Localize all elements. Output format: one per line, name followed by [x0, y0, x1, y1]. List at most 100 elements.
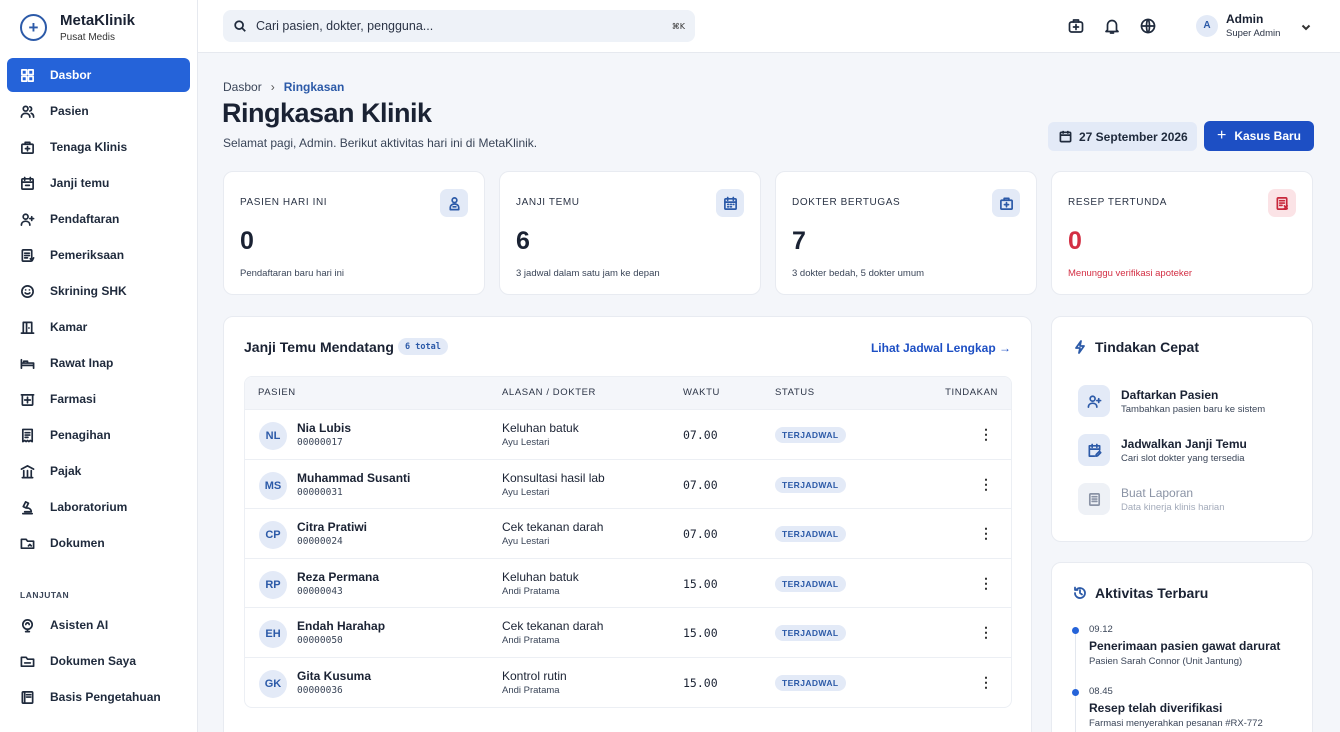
- topbar: ⌘K A Admin Super Admin: [198, 0, 1340, 53]
- sidebar-item-penagihan[interactable]: Penagihan: [7, 418, 190, 452]
- stat-label: RESEP TERTUNDA: [1068, 197, 1167, 208]
- stat-value: 6: [516, 227, 530, 255]
- activity-time: 08.45: [1089, 686, 1113, 697]
- appointment-time: 15.00: [683, 675, 718, 690]
- stat-value: 0: [1068, 227, 1082, 255]
- sidebar-item-dokumen-saya[interactable]: Dokumen Saya: [7, 644, 190, 678]
- sidebar-item-dokumen[interactable]: Dokumen: [7, 526, 190, 560]
- plus-icon: +: [1216, 127, 1227, 144]
- search-box[interactable]: ⌘K: [223, 10, 695, 42]
- search-shortcut: ⌘K: [671, 21, 685, 31]
- search-icon: [234, 20, 246, 32]
- sidebar-item-rawat-inap[interactable]: Rawat Inap: [7, 346, 190, 380]
- first-aid-kit-icon[interactable]: [1067, 17, 1085, 35]
- table-row[interactable]: GK Gita Kusuma 00000036 Kontrol rutin An…: [245, 656, 1011, 707]
- receipt-icon: [21, 428, 34, 442]
- doctor-name: Andi Pratama: [502, 585, 560, 597]
- stat-value: 7: [792, 227, 806, 255]
- sidebar-item-label: Farmasi: [50, 392, 97, 406]
- avatar: NL: [259, 422, 287, 450]
- sidebar-item-pasien[interactable]: Pasien: [7, 94, 190, 128]
- patient-name[interactable]: Gita Kusuma: [297, 669, 371, 683]
- quick-actions-card: Tindakan Cepat Daftarkan Pasien Tambahka…: [1051, 316, 1313, 542]
- calendar-edit-icon: [1078, 434, 1110, 466]
- sidebar-item-farmasi[interactable]: Farmasi: [7, 382, 190, 416]
- patient-name[interactable]: Reza Permana: [297, 570, 379, 584]
- sidebar-section-label: LANJUTAN: [20, 590, 70, 600]
- sidebar-item-pendaftaran[interactable]: Pendaftaran: [7, 202, 190, 236]
- grid-icon: [21, 68, 34, 82]
- patient-name[interactable]: Muhammad Susanti: [297, 471, 410, 485]
- quick-action-desc: Cari slot dokter yang tersedia: [1121, 453, 1245, 464]
- more-vertical-icon[interactable]: ⋮: [979, 425, 993, 443]
- table-row[interactable]: RP Reza Permana 00000043 Keluhan batuk A…: [245, 557, 1011, 608]
- page-subtitle: Selamat pagi, Admin. Berikut aktivitas h…: [223, 136, 538, 150]
- chevron-down-icon[interactable]: [1300, 20, 1312, 32]
- sidebar-item-label: Laboratorium: [50, 500, 128, 514]
- patient-id: 00000024: [297, 536, 343, 548]
- date-picker-button[interactable]: 27 September 2026: [1048, 122, 1197, 151]
- patient-name[interactable]: Nia Lubis: [297, 421, 351, 435]
- patient-id: 00000017: [297, 437, 343, 448]
- status-badge: TERJADWAL: [775, 674, 846, 691]
- quick-action-register-patient[interactable]: Daftarkan Pasien Tambahkan pasien baru k…: [1078, 385, 1293, 419]
- sidebar-item-laboratorium[interactable]: Laboratorium: [7, 490, 190, 524]
- timeline-dot: [1072, 627, 1079, 634]
- sidebar-nav: Dasbor Pasien Tenaga Klinis Janji temu P…: [0, 58, 197, 560]
- card-title: Janji Temu Mendatang: [244, 339, 394, 355]
- stat-label: JANJI TEMU: [516, 197, 580, 208]
- breadcrumb-root[interactable]: Dasbor: [223, 80, 262, 94]
- table-row[interactable]: NL Nia Lubis 00000017 Keluhan batuk Ayu …: [245, 409, 1011, 459]
- activity-title: Penerimaan pasien gawat darurat: [1089, 639, 1281, 653]
- more-vertical-icon[interactable]: ⋮: [979, 574, 993, 592]
- card-header: Tindakan Cepat: [1073, 339, 1199, 355]
- card-title: Tindakan Cepat: [1095, 339, 1199, 355]
- avatar: EH: [259, 620, 287, 649]
- sidebar-item-label: Pajak: [50, 464, 82, 478]
- sidebar-item-kamar[interactable]: Kamar: [7, 310, 190, 344]
- ai-icon: [21, 618, 34, 632]
- appointment-time: 07.00: [683, 527, 718, 542]
- more-vertical-icon[interactable]: ⋮: [979, 673, 993, 691]
- stat-label: PASIEN HARI INI: [240, 197, 328, 208]
- activity-time: 09.12: [1089, 624, 1113, 635]
- sidebar-item-label: Kamar: [50, 320, 88, 334]
- patient-name[interactable]: Endah Harahap: [297, 619, 385, 633]
- search-input[interactable]: [256, 19, 672, 33]
- brand[interactable]: + MetaKlinik Pusat Medis: [0, 0, 197, 54]
- door-icon: [20, 321, 35, 334]
- sidebar-item-basis-pengetahuan[interactable]: Basis Pengetahuan: [7, 680, 190, 714]
- globe-icon[interactable]: [1139, 17, 1157, 35]
- bell-icon[interactable]: [1103, 17, 1121, 35]
- more-vertical-icon[interactable]: ⋮: [979, 623, 993, 641]
- quick-action-title: Jadwalkan Janji Temu: [1121, 437, 1247, 451]
- stat-note: 3 jadwal dalam satu jam ke depan: [516, 268, 660, 279]
- avatar: A: [1196, 14, 1218, 37]
- table-row[interactable]: CP Citra Pratiwi 00000024 Cek tekanan da…: [245, 508, 1011, 558]
- sidebar-item-pemeriksaan[interactable]: Pemeriksaan: [7, 238, 190, 272]
- stat-card-doctors-on-duty: DOKTER BERTUGAS 7 3 dokter bedah, 5 dokt…: [775, 171, 1037, 295]
- sidebar-item-asisten-ai[interactable]: Asisten AI: [7, 608, 190, 642]
- sidebar-item-pajak[interactable]: Pajak: [7, 454, 190, 488]
- sidebar-item-dasbor[interactable]: Dasbor: [7, 58, 190, 92]
- breadcrumb-separator: ›: [270, 80, 275, 94]
- prescription-icon: [1268, 189, 1296, 217]
- sidebar-item-tenaga-klinis[interactable]: Tenaga Klinis: [7, 130, 190, 164]
- appointment-reason: Cek tekanan darah: [502, 520, 604, 535]
- appointment-reason: Keluhan batuk: [502, 421, 579, 435]
- quick-action-schedule-appointment[interactable]: Jadwalkan Janji Temu Cari slot dokter ya…: [1078, 434, 1293, 468]
- new-case-button[interactable]: + Kasus Baru: [1204, 121, 1314, 151]
- patient-name[interactable]: Citra Pratiwi: [297, 520, 367, 534]
- more-vertical-icon[interactable]: ⋮: [979, 475, 993, 493]
- status-badge: TERJADWAL: [775, 476, 846, 493]
- table-row[interactable]: MS Muhammad Susanti 00000031 Konsultasi …: [245, 458, 1011, 509]
- status-badge: TERJADWAL: [775, 575, 846, 592]
- view-full-schedule-link[interactable]: Lihat Jadwal Lengkap →: [871, 341, 1011, 355]
- quick-action-create-report[interactable]: Buat Laporan Data kinerja klinis harian: [1078, 483, 1293, 517]
- user-menu[interactable]: A Admin Super Admin: [1196, 12, 1312, 39]
- sidebar-item-skrining-shk[interactable]: Skrining SHK: [7, 274, 190, 308]
- quick-action-desc: Tambahkan pasien baru ke sistem: [1121, 404, 1266, 415]
- more-vertical-icon[interactable]: ⋮: [979, 524, 993, 542]
- sidebar-item-janji-temu[interactable]: Janji temu: [7, 166, 190, 200]
- table-row[interactable]: EH Endah Harahap 00000050 Cek tekanan da…: [245, 607, 1011, 657]
